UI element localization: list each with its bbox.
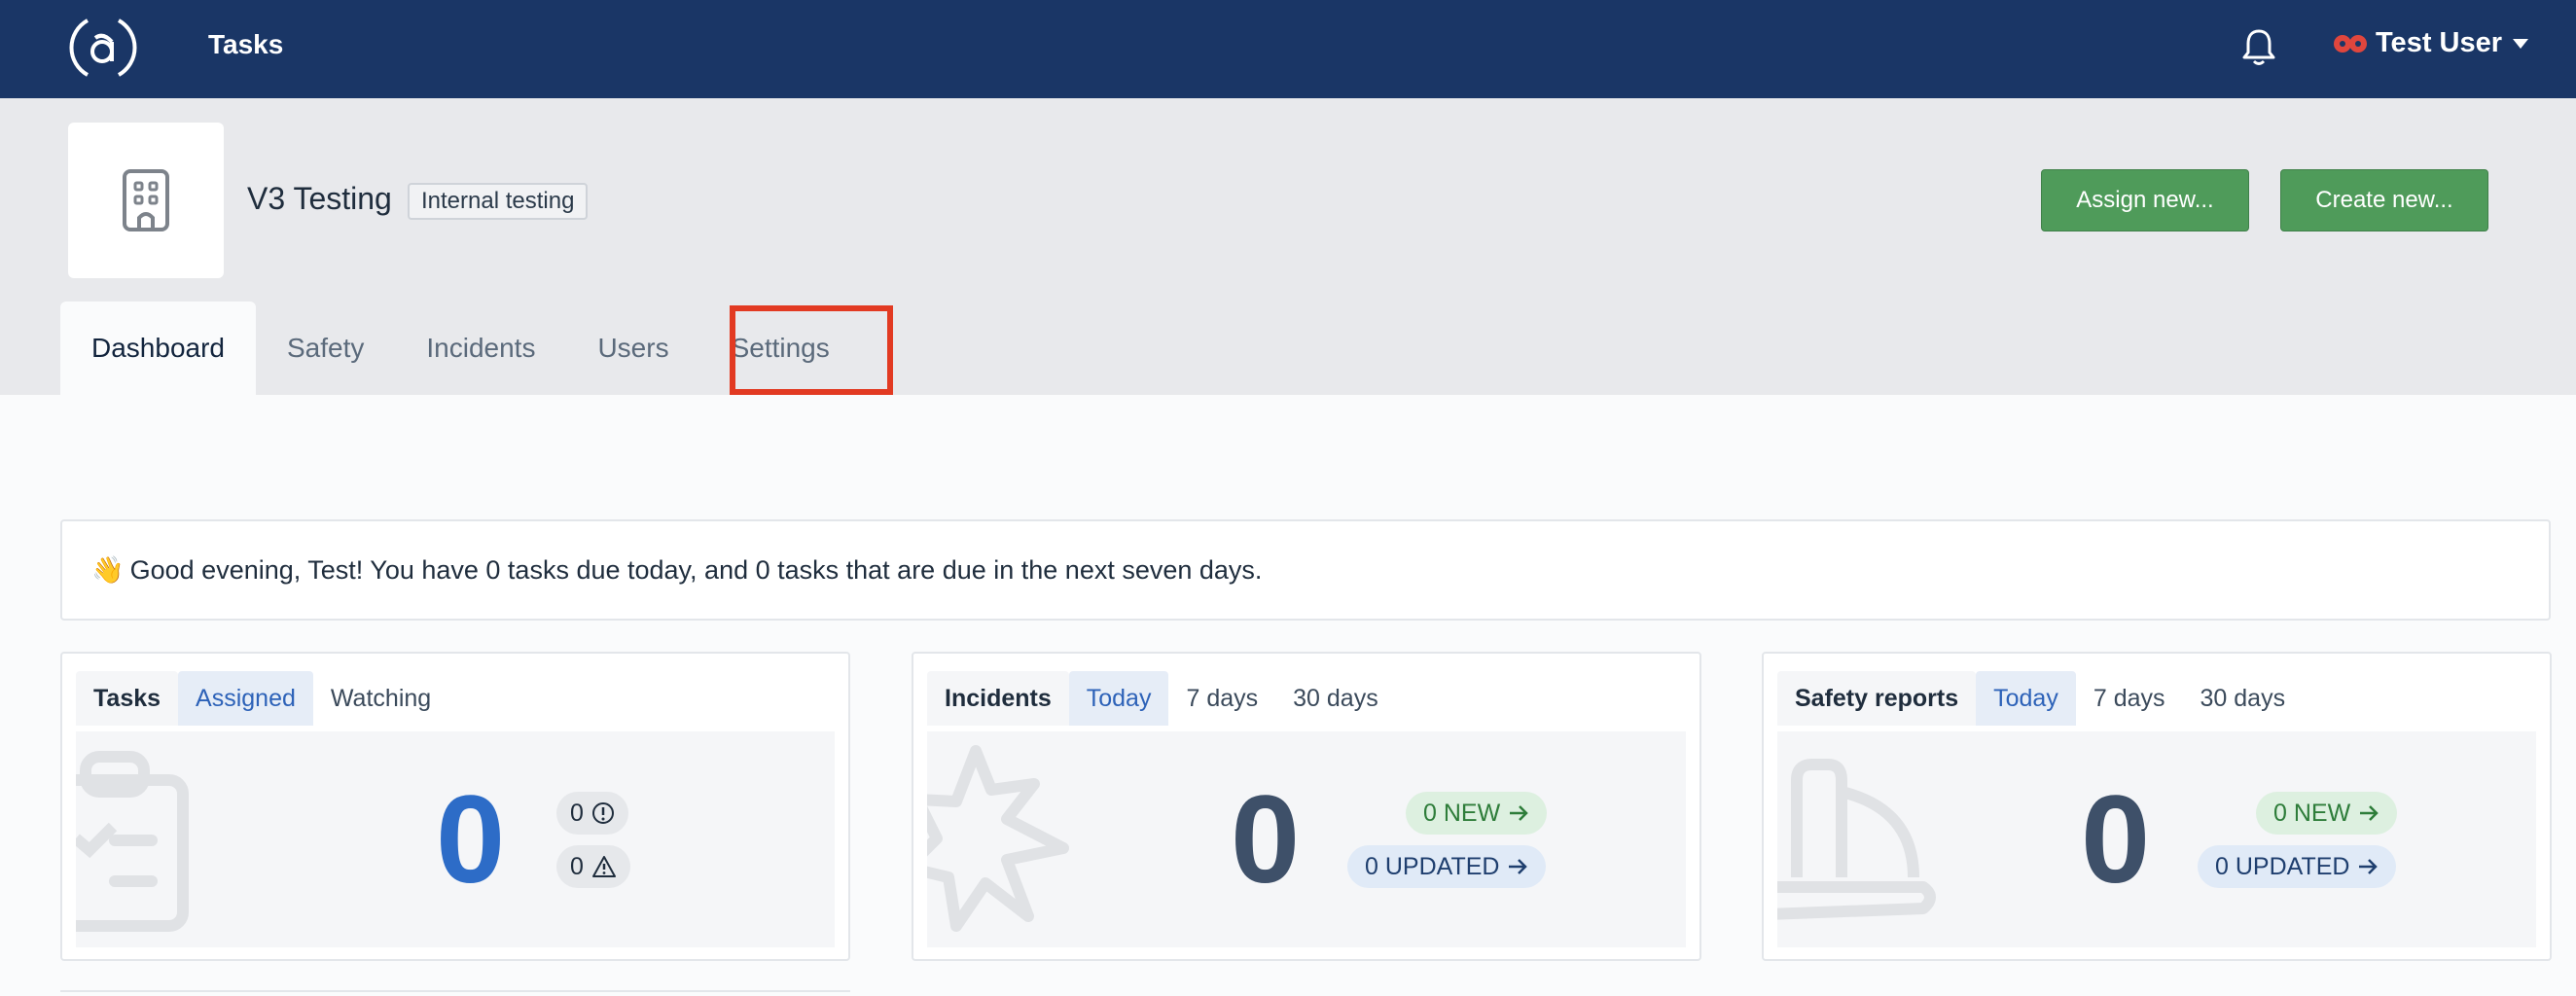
org-tag-badge: Internal testing xyxy=(408,183,589,220)
tasks-tab-assigned[interactable]: Assigned xyxy=(178,671,313,726)
incidents-tab-today[interactable]: Today xyxy=(1068,671,1169,726)
incidents-tab-30-days[interactable]: 30 days xyxy=(1275,671,1396,726)
app-logo-icon[interactable] xyxy=(68,13,138,83)
tasks-warning-count: 0 xyxy=(570,852,584,880)
user-name: Test User xyxy=(2376,27,2503,58)
safety-tab-7-days[interactable]: 7 days xyxy=(2076,671,2183,726)
settings-highlight-box xyxy=(730,305,893,395)
tab-users[interactable]: Users xyxy=(566,302,699,395)
arrow-right-icon xyxy=(1510,805,1528,821)
incidents-updated-pill[interactable]: 0 UPDATED xyxy=(1347,845,1547,888)
tasks-warning-pill[interactable]: 0 xyxy=(556,845,630,888)
arrow-right-icon xyxy=(2360,805,2379,821)
incidents-card-title: Incidents xyxy=(927,671,1069,726)
incidents-tab-7-days[interactable]: 7 days xyxy=(1168,671,1275,726)
incidents-new-label: 0 NEW xyxy=(1423,799,1501,827)
next-card-edge xyxy=(60,990,850,996)
greeting-banner: 👋 Good evening, Test! You have 0 tasks d… xyxy=(60,519,2551,621)
user-avatar-icon xyxy=(2334,34,2367,53)
warning-triangle-icon xyxy=(591,856,616,877)
org-name: V3 Testing xyxy=(247,181,392,216)
safety-updated-pill[interactable]: 0 UPDATED xyxy=(2198,845,2397,888)
app-title[interactable]: Tasks xyxy=(208,29,283,60)
safety-new-pill[interactable]: 0 NEW xyxy=(2256,792,2398,835)
arrow-right-icon xyxy=(2359,859,2379,874)
safety-tab-30-days[interactable]: 30 days xyxy=(2183,671,2304,726)
tasks-card-title: Tasks xyxy=(76,671,179,726)
tab-safety[interactable]: Safety xyxy=(256,302,395,395)
chevron-down-icon xyxy=(2513,38,2529,49)
org-logo xyxy=(68,123,224,278)
tasks-overdue-pill[interactable]: 0 xyxy=(556,792,628,835)
arrow-right-icon xyxy=(1509,859,1528,874)
safety-new-label: 0 NEW xyxy=(2273,799,2351,827)
incidents-card: Incidents Today 7 days 30 days 0 0 NEW 0… xyxy=(912,652,1701,961)
hard-hat-icon xyxy=(1777,759,1936,920)
greeting-text: Good evening, Test! You have 0 tasks due… xyxy=(129,554,1263,585)
user-menu[interactable]: Test User xyxy=(2333,27,2529,59)
building-icon xyxy=(123,169,169,231)
notification-bell-icon[interactable] xyxy=(2239,25,2278,68)
incidents-new-pill[interactable]: 0 NEW xyxy=(1406,792,1548,835)
safety-count: 0 xyxy=(2081,770,2151,909)
safety-card-title: Safety reports xyxy=(1777,671,1977,726)
tasks-tab-watching[interactable]: Watching xyxy=(313,671,448,726)
safety-updated-label: 0 UPDATED xyxy=(2215,852,2350,880)
tab-dashboard[interactable]: Dashboard xyxy=(60,302,256,395)
safety-tab-today[interactable]: Today xyxy=(1976,671,2076,726)
tasks-card: Tasks Assigned Watching 0 0 0 xyxy=(60,652,850,961)
create-new-button[interactable]: Create new... xyxy=(2280,169,2488,231)
safety-reports-card: Safety reports Today 7 days 30 days 0 0 … xyxy=(1762,652,2552,961)
incidents-count: 0 xyxy=(1231,770,1301,909)
assign-new-button[interactable]: Assign new... xyxy=(2041,169,2249,231)
exclamation-circle-icon xyxy=(591,802,614,824)
wave-emoji-icon: 👋 xyxy=(91,555,125,585)
top-navbar: Tasks Test User xyxy=(0,0,2576,98)
incidents-updated-label: 0 UPDATED xyxy=(1365,852,1500,880)
tasks-overdue-count: 0 xyxy=(570,799,584,827)
tasks-count: 0 xyxy=(436,770,506,909)
tab-incidents[interactable]: Incidents xyxy=(395,302,566,395)
clipboard-icon xyxy=(76,751,189,932)
burst-icon xyxy=(927,745,1069,932)
